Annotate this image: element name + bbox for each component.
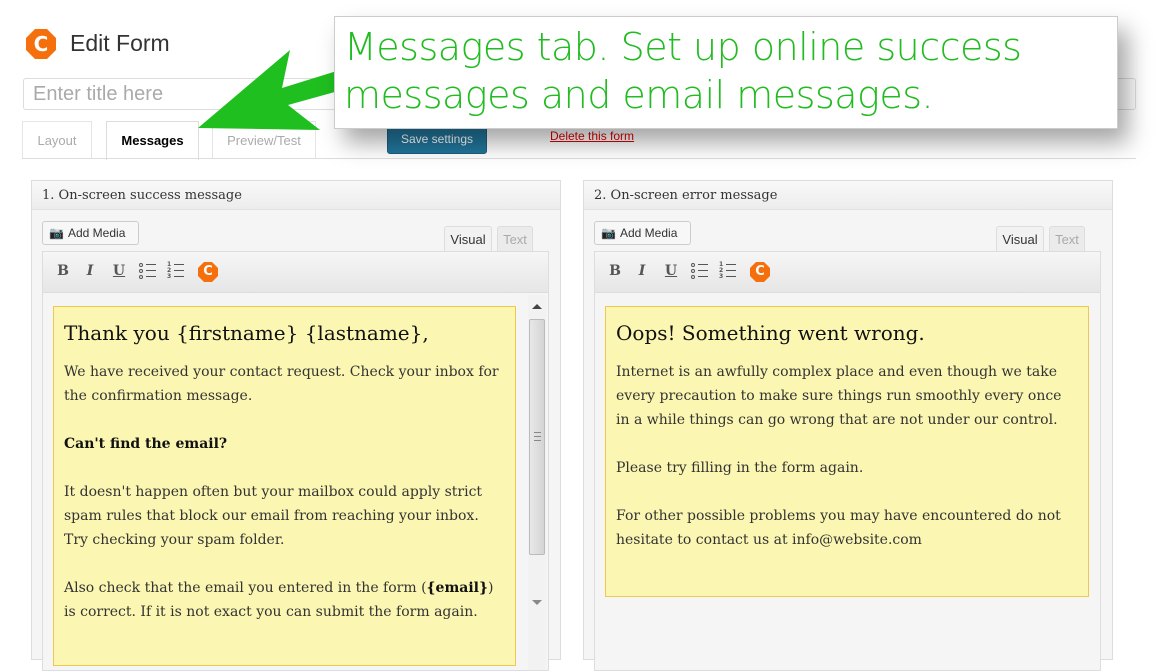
numbered-list-icon[interactable]: 123 xyxy=(167,262,185,280)
text-mode-tab[interactable]: Text xyxy=(1049,226,1085,252)
add-media-button[interactable]: 📷 Add Media xyxy=(594,221,691,245)
text-mode-tab[interactable]: Text xyxy=(497,226,533,252)
grip-icon xyxy=(534,432,541,441)
message-subheading: Can't find the email? xyxy=(64,436,228,452)
editor-content[interactable]: Thank you {firstname} {lastname}, We hav… xyxy=(43,293,548,670)
scroll-up-arrow-icon[interactable] xyxy=(532,304,542,309)
editor-content[interactable]: Oops! Something went wrong. Internet is … xyxy=(595,293,1100,670)
message-paragraph: It doesn't happen often but your mailbox… xyxy=(64,484,483,548)
underline-icon[interactable]: U xyxy=(662,263,680,279)
bullet-list-icon[interactable] xyxy=(139,262,157,280)
bullet-list-icon[interactable] xyxy=(691,262,709,280)
tab-messages[interactable]: Messages xyxy=(106,121,199,160)
add-media-button[interactable]: 📷 Add Media xyxy=(42,221,139,245)
media-icon: 📷 xyxy=(49,226,64,240)
tab-layout[interactable]: Layout xyxy=(22,121,92,159)
message-heading: Thank you {firstname} {lastname}, xyxy=(64,321,429,345)
add-media-label: Add Media xyxy=(620,226,678,240)
scrollbar-thumb[interactable] xyxy=(529,319,545,555)
tabs-divider xyxy=(22,158,1136,159)
message-paragraph: We have received your contact request. C… xyxy=(64,364,499,404)
delete-form-link[interactable]: Delete this form xyxy=(550,129,634,143)
error-message-panel: 2. On-screen error message 📷 Add Media Vi… xyxy=(583,180,1113,671)
error-message-body[interactable]: Oops! Something went wrong. Internet is … xyxy=(605,306,1089,597)
page-title: Edit Form xyxy=(70,30,170,56)
message-heading: Oops! Something went wrong. xyxy=(616,321,925,345)
add-media-label: Add Media xyxy=(68,226,126,240)
italic-icon[interactable]: I xyxy=(81,263,99,279)
message-paragraph: For other possible problems you may have… xyxy=(616,508,1061,548)
success-message-body[interactable]: Thank you {firstname} {lastname}, We hav… xyxy=(53,306,516,666)
text-segment: Also check that the email you entered in… xyxy=(64,580,427,596)
email-merge-tag: {email} xyxy=(426,580,488,596)
success-message-editor: B I U 123 C Thank you {firstname} {lastn… xyxy=(42,251,549,671)
message-paragraph: Also check that the email you entered in… xyxy=(64,576,505,624)
form-plugin-icon[interactable]: C xyxy=(750,262,770,282)
annotation-callout: Messages tab. Set up online success mess… xyxy=(334,16,1118,129)
panel-heading: 2. On-screen error message xyxy=(584,181,1112,210)
editor-toolbar: B I U 123 C xyxy=(595,252,1100,293)
italic-icon[interactable]: I xyxy=(633,263,651,279)
bold-icon[interactable]: B xyxy=(54,263,72,279)
error-message-editor: B I U 123 C Oops! Something went wrong. … xyxy=(594,251,1101,671)
panel-heading: 1. On-screen success message xyxy=(32,181,560,210)
visual-mode-tab[interactable]: Visual xyxy=(444,226,492,252)
message-paragraph: Please try filling in the form again. xyxy=(616,460,864,476)
form-plugin-icon[interactable]: C xyxy=(198,262,218,282)
app-logo-icon: C xyxy=(26,29,56,59)
editor-toolbar: B I U 123 C xyxy=(43,252,548,293)
scroll-down-arrow-icon[interactable] xyxy=(532,600,542,605)
bold-icon[interactable]: B xyxy=(606,263,624,279)
visual-mode-tab[interactable]: Visual xyxy=(996,226,1044,252)
success-message-panel: 1. On-screen success message 📷 Add Media … xyxy=(31,180,561,671)
underline-icon[interactable]: U xyxy=(110,263,128,279)
editor-scrollbar[interactable] xyxy=(528,295,546,670)
message-paragraph: Internet is an awfully complex place and… xyxy=(616,364,1062,428)
numbered-list-icon[interactable]: 123 xyxy=(719,262,737,280)
annotation-arrow-icon xyxy=(198,50,342,130)
media-icon: 📷 xyxy=(601,226,616,240)
